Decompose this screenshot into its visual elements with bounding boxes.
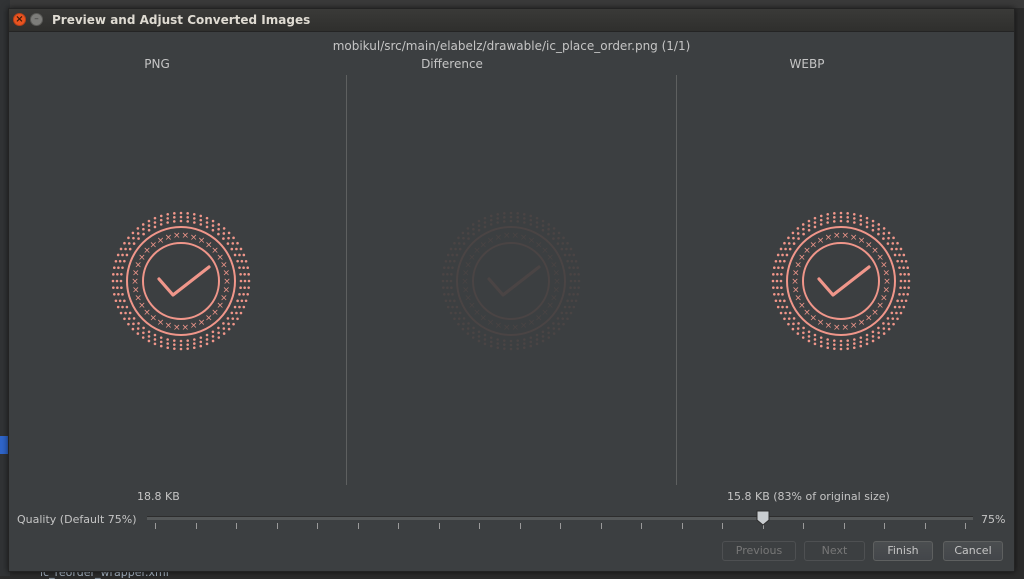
quality-slider-tick — [600, 523, 602, 529]
svg-text:×: × — [190, 233, 198, 243]
file-path-label: mobikul/src/main/elabelz/drawable/ic_pla… — [332, 39, 691, 53]
svg-text:×: × — [865, 314, 873, 324]
difference-preview-image: × × × × × × × × × × × × × × × × × × × × × × × × × × × × × × × × × × — [441, 211, 581, 351]
png-column-label: PNG — [144, 57, 170, 71]
quality-slider-tick — [479, 523, 480, 529]
quality-slider-tick — [519, 523, 521, 529]
window-close-button[interactable]: × — [13, 13, 26, 26]
quality-value-label: 75% — [981, 513, 1006, 526]
svg-text:×: × — [841, 323, 849, 333]
svg-text:×: × — [882, 269, 890, 279]
next-button[interactable]: Next — [804, 541, 865, 561]
finish-button[interactable]: Finish — [873, 541, 933, 561]
svg-text:×: × — [511, 231, 519, 241]
quality-slider-tick — [276, 523, 278, 529]
svg-text:×: × — [495, 321, 503, 331]
quality-slider-tick — [641, 523, 642, 529]
quality-slider-tick — [560, 523, 561, 529]
svg-text:×: × — [825, 321, 833, 331]
svg-text:×: × — [833, 323, 841, 333]
svg-text:×: × — [841, 231, 849, 241]
quality-label: Quality (Default 75%) — [17, 513, 137, 526]
difference-column-label: Difference — [421, 57, 483, 71]
quality-slider-tick — [924, 523, 926, 529]
svg-text:×: × — [503, 323, 511, 333]
svg-text:×: × — [190, 321, 198, 331]
svg-text:×: × — [850, 233, 858, 243]
quality-slider-thumb[interactable] — [756, 510, 770, 526]
svg-text:×: × — [817, 318, 825, 328]
svg-text:×: × — [520, 233, 528, 243]
quality-slider-tick — [236, 523, 237, 529]
svg-text:×: × — [825, 233, 833, 243]
quality-slider-tick — [155, 523, 156, 529]
quality-slider-tick — [398, 523, 399, 529]
svg-text:×: × — [858, 318, 866, 328]
webp-preview-image: × × × × × × × × × × × × × × × × × × × × × × × × × × × × × × × × × × — [771, 211, 911, 351]
svg-text:×: × — [222, 269, 230, 279]
svg-text:×: × — [165, 233, 173, 243]
svg-text:×: × — [833, 231, 841, 241]
quality-slider-tick — [438, 523, 440, 529]
svg-text:×: × — [173, 231, 181, 241]
svg-text:×: × — [157, 318, 165, 328]
previous-button[interactable]: Previous — [722, 541, 796, 561]
svg-text:×: × — [205, 314, 213, 324]
place-order-check-badge-icon: ××××××××××××××××××××××× × × × × × × ××××× — [111, 211, 251, 351]
column-divider-right — [676, 75, 677, 485]
svg-text:×: × — [817, 236, 825, 246]
quality-slider[interactable] — [147, 509, 973, 537]
png-size-label: 18.8 KB — [137, 490, 180, 503]
quality-slider-tick — [965, 523, 966, 529]
svg-text:×: × — [181, 323, 189, 333]
quality-slider-tick — [317, 523, 318, 529]
quality-slider-track[interactable] — [147, 516, 973, 520]
svg-text:×: × — [157, 236, 165, 246]
webp-size-label: 15.8 KB (83% of original size) — [727, 490, 890, 503]
svg-text:×: × — [520, 321, 528, 331]
dialog-titlebar: × – Preview and Adjust Converted Images — [9, 9, 1014, 32]
quality-slider-tick — [357, 523, 359, 529]
svg-text:×: × — [535, 314, 543, 324]
svg-text:×: × — [503, 231, 511, 241]
quality-slider-tick — [681, 523, 683, 529]
svg-text:×: × — [552, 269, 560, 279]
svg-text:×: × — [181, 231, 189, 241]
convert-images-dialog: × – Preview and Adjust Converted Images … — [8, 8, 1015, 572]
svg-text:×: × — [511, 323, 519, 333]
svg-text:×: × — [487, 318, 495, 328]
quality-slider-tick — [722, 523, 723, 529]
dialog-title: Preview and Adjust Converted Images — [52, 13, 311, 27]
png-preview-image: × × × × × × × × × × × × × × × × × × × × × × × × × × × × × × × × × × — [111, 211, 251, 351]
column-divider-left — [346, 75, 347, 485]
webp-column-label: WEBP — [789, 57, 825, 71]
window-minimize-button[interactable]: – — [30, 13, 43, 26]
quality-slider-tick — [843, 523, 845, 529]
svg-text:×: × — [198, 318, 206, 328]
quality-slider-tick — [803, 523, 804, 529]
quality-slider-tick — [195, 523, 197, 529]
cancel-button[interactable]: Cancel — [943, 541, 1003, 561]
svg-text:×: × — [173, 323, 181, 333]
quality-slider-tick — [884, 523, 885, 529]
ide-toolbar-background — [0, 0, 1024, 8]
svg-text:×: × — [495, 233, 503, 243]
svg-text:×: × — [165, 321, 173, 331]
place-order-check-badge-icon: ××××××××××××××××××××××× × × × × × × ××××× — [441, 211, 581, 351]
svg-text:×: × — [487, 236, 495, 246]
place-order-check-badge-icon: ××××××××××××××××××××××× × × × × × × ××××× — [771, 211, 911, 351]
svg-text:×: × — [850, 321, 858, 331]
svg-text:×: × — [528, 318, 536, 328]
